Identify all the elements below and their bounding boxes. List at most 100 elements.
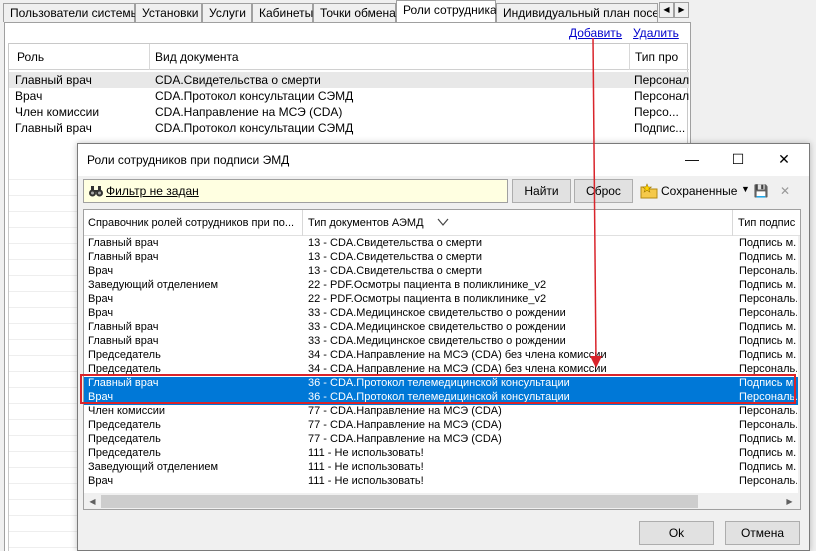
cell-role: Врач xyxy=(88,307,114,319)
reset-button[interactable]: Сброс xyxy=(574,179,633,203)
cell-role: Главный врач xyxy=(15,121,92,135)
cell-role: Врач xyxy=(88,293,114,305)
table-row[interactable]: Главный врач 13 - CDA.Свидетельства о сме… xyxy=(84,251,798,265)
roles-dialog: Роли сотрудников при подписи ЭМД — ☐ ✕ Ф… xyxy=(77,143,810,551)
horizontal-scrollbar[interactable]: ◀ ▶ xyxy=(84,493,798,509)
tab-employee-roles[interactable]: Роли сотрудника xyxy=(396,0,497,22)
scroll-left-icon[interactable]: ◀ xyxy=(84,493,101,509)
minimize-icon[interactable]: — xyxy=(669,144,715,175)
save-filter-icon[interactable]: 💾 xyxy=(751,181,771,201)
cell-doc: 34 - CDA.Направление на МСЭ (CDA) без чл… xyxy=(308,349,607,361)
cell-type: Подпись м... xyxy=(739,447,797,459)
table-row[interactable]: Заведующий отделением 111 - Не использова… xyxy=(84,461,798,475)
filter-box[interactable]: Фильтр не задан xyxy=(83,179,508,203)
horizontal-scroll-thumb[interactable] xyxy=(101,495,698,508)
cell-doc: 77 - CDA.Направление на МСЭ (CDA) xyxy=(308,405,502,417)
cell-type: Подпись м... xyxy=(739,433,797,445)
saved-folder-star-icon xyxy=(640,183,658,199)
table-row[interactable]: Председатель 111 - Не использовать! Подпис… xyxy=(84,447,798,461)
cell-type: Персональ... xyxy=(739,265,797,277)
tab-exchange-points[interactable]: Точки обмена xyxy=(313,3,396,22)
close-icon[interactable]: ✕ xyxy=(761,144,807,175)
delete-link[interactable]: Удалить xyxy=(633,26,679,40)
cell-doc: 77 - CDA.Направление на МСЭ (CDA) xyxy=(308,419,502,431)
cell-type: Подпись м... xyxy=(739,251,797,263)
maximize-icon[interactable]: ☐ xyxy=(715,144,761,175)
cell-role: Заведующий отделением xyxy=(88,279,219,291)
cell-role: Главный врач xyxy=(88,335,159,347)
table-row[interactable]: Член комиссии 77 - CDA.Направление на МСЭ… xyxy=(84,405,798,419)
col-type-header[interactable]: Тип про xyxy=(635,50,678,64)
tab-individual-plan[interactable]: Индивидуальный план посеще xyxy=(496,3,658,22)
cell-role: Председатель xyxy=(88,447,161,459)
ok-button[interactable]: Ok xyxy=(639,521,714,545)
tab-services[interactable]: Услуги xyxy=(202,3,252,22)
table-row[interactable]: Главный врач 33 - CDA.Медицинское свидете… xyxy=(84,321,798,335)
table-row[interactable]: Заведующий отделением 22 - PDF.Осмотры па… xyxy=(84,279,798,293)
clear-icon[interactable]: ✕ xyxy=(775,181,795,201)
cell-doc: 33 - CDA.Медицинское свидетельство о рож… xyxy=(308,321,566,333)
cell-doc: CDA.Протокол консультации СЭМД xyxy=(155,121,354,135)
cell-role: Главный врач xyxy=(88,237,159,249)
cell-doc: 13 - CDA.Свидетельства о смерти xyxy=(308,251,483,263)
cell-type: Подпись м... xyxy=(739,279,797,291)
tab-cabinets[interactable]: Кабинеты xyxy=(252,3,313,22)
cell-role: Председатель xyxy=(88,433,161,445)
col-doc-header[interactable]: Вид документа xyxy=(155,50,239,64)
cell-role: Председатель xyxy=(88,419,161,431)
cell-type: Персонал xyxy=(634,73,690,87)
vertical-scrollbar[interactable]: ▲ ▼ xyxy=(798,236,801,509)
tab-scroll-left-icon[interactable]: ◀ xyxy=(659,2,674,18)
scroll-down-icon[interactable]: ▼ xyxy=(798,476,800,493)
cell-type: Персо... xyxy=(634,105,679,119)
cell-doc: 111 - Не использовать! xyxy=(308,475,424,487)
cell-type: Подпись м... xyxy=(739,237,797,249)
col-role-header[interactable]: Справочник ролей сотрудников при по... xyxy=(88,217,294,229)
table-row[interactable]: Врач 33 - CDA.Медицинское свидетельство о… xyxy=(84,307,798,321)
filter-link[interactable]: Фильтр не задан xyxy=(106,184,199,198)
cell-type: Подпис... xyxy=(634,121,686,135)
table-row[interactable]: Главный врач CDA.Протокол консультации С… xyxy=(9,120,689,136)
add-link[interactable]: Добавить xyxy=(569,26,622,40)
cell-doc: 33 - CDA.Медицинское свидетельство о рож… xyxy=(308,335,566,347)
scroll-right-icon[interactable]: ▶ xyxy=(781,493,798,509)
table-row[interactable]: Главный врач 13 - CDA.Свидетельства о сме… xyxy=(84,237,798,251)
sort-desc-icon[interactable] xyxy=(437,218,449,226)
col-role-header[interactable]: Роль xyxy=(17,50,44,64)
table-row[interactable]: Член комиссии CDA.Направление на МСЭ (CD… xyxy=(9,104,689,120)
binoculars-icon xyxy=(89,186,103,197)
cell-doc: 111 - Не использовать! xyxy=(308,447,424,459)
cell-doc: 13 - CDA.Свидетельства о смерти xyxy=(308,265,483,277)
highlight-box xyxy=(80,374,796,404)
tab-scroll-right-icon[interactable]: ▶ xyxy=(674,2,689,18)
grid-header: Справочник ролей сотрудников при по... Т… xyxy=(84,210,800,236)
table-row[interactable]: Врач 22 - PDF.Осмотры пациента в поликлин… xyxy=(84,293,798,307)
tab-users[interactable]: Пользователи системы xyxy=(3,3,139,22)
scroll-up-icon[interactable]: ▲ xyxy=(798,236,800,253)
cell-type: Персональ... xyxy=(739,475,797,487)
cell-type: Персонал xyxy=(634,89,690,103)
table-row[interactable]: Главный врач 33 - CDA.Медицинское свидете… xyxy=(84,335,798,349)
cell-role: Член комиссии xyxy=(88,405,166,417)
cancel-button[interactable]: Отмена xyxy=(725,521,800,545)
cell-doc: 33 - CDA.Медицинское свидетельство о рож… xyxy=(308,307,566,319)
roles-grid-header: Роль Вид документа Тип про xyxy=(9,44,689,70)
dialog-titlebar[interactable]: Роли сотрудников при подписи ЭМД — ☐ ✕ xyxy=(78,144,809,176)
cell-doc: 13 - CDA.Свидетельства о смерти xyxy=(308,237,483,249)
cell-role: Главный врач xyxy=(15,73,92,87)
col-signature-type-header[interactable]: Тип подпис xyxy=(738,217,795,229)
cell-type: Персональ... xyxy=(739,405,797,417)
table-row[interactable]: Председатель 77 - CDA.Направление на МСЭ … xyxy=(84,433,798,447)
roles-signature-grid: Справочник ролей сотрудников при по... Т… xyxy=(83,209,801,510)
table-row[interactable]: Председатель 77 - CDA.Направление на МСЭ … xyxy=(84,419,798,433)
table-row[interactable]: Врач 13 - CDA.Свидетельства о смерти Персо… xyxy=(84,265,798,279)
table-row[interactable]: Председатель 34 - CDA.Направление на МСЭ … xyxy=(84,349,798,363)
tab-settings[interactable]: Установки xyxy=(135,3,202,22)
find-button[interactable]: Найти xyxy=(512,179,571,203)
vertical-scroll-thumb[interactable] xyxy=(800,366,801,470)
table-row[interactable]: Врач CDA.Протокол консультации СЭМД Перс… xyxy=(9,88,689,104)
col-doc-type-header[interactable]: Тип документов АЭМД xyxy=(308,217,424,229)
table-row[interactable]: Главный врач CDA.Свидетельства о смерти … xyxy=(9,72,689,88)
cell-type: Подпись м... xyxy=(739,321,797,333)
table-row[interactable]: Врач 111 - Не использовать! Персональ... xyxy=(84,475,798,489)
